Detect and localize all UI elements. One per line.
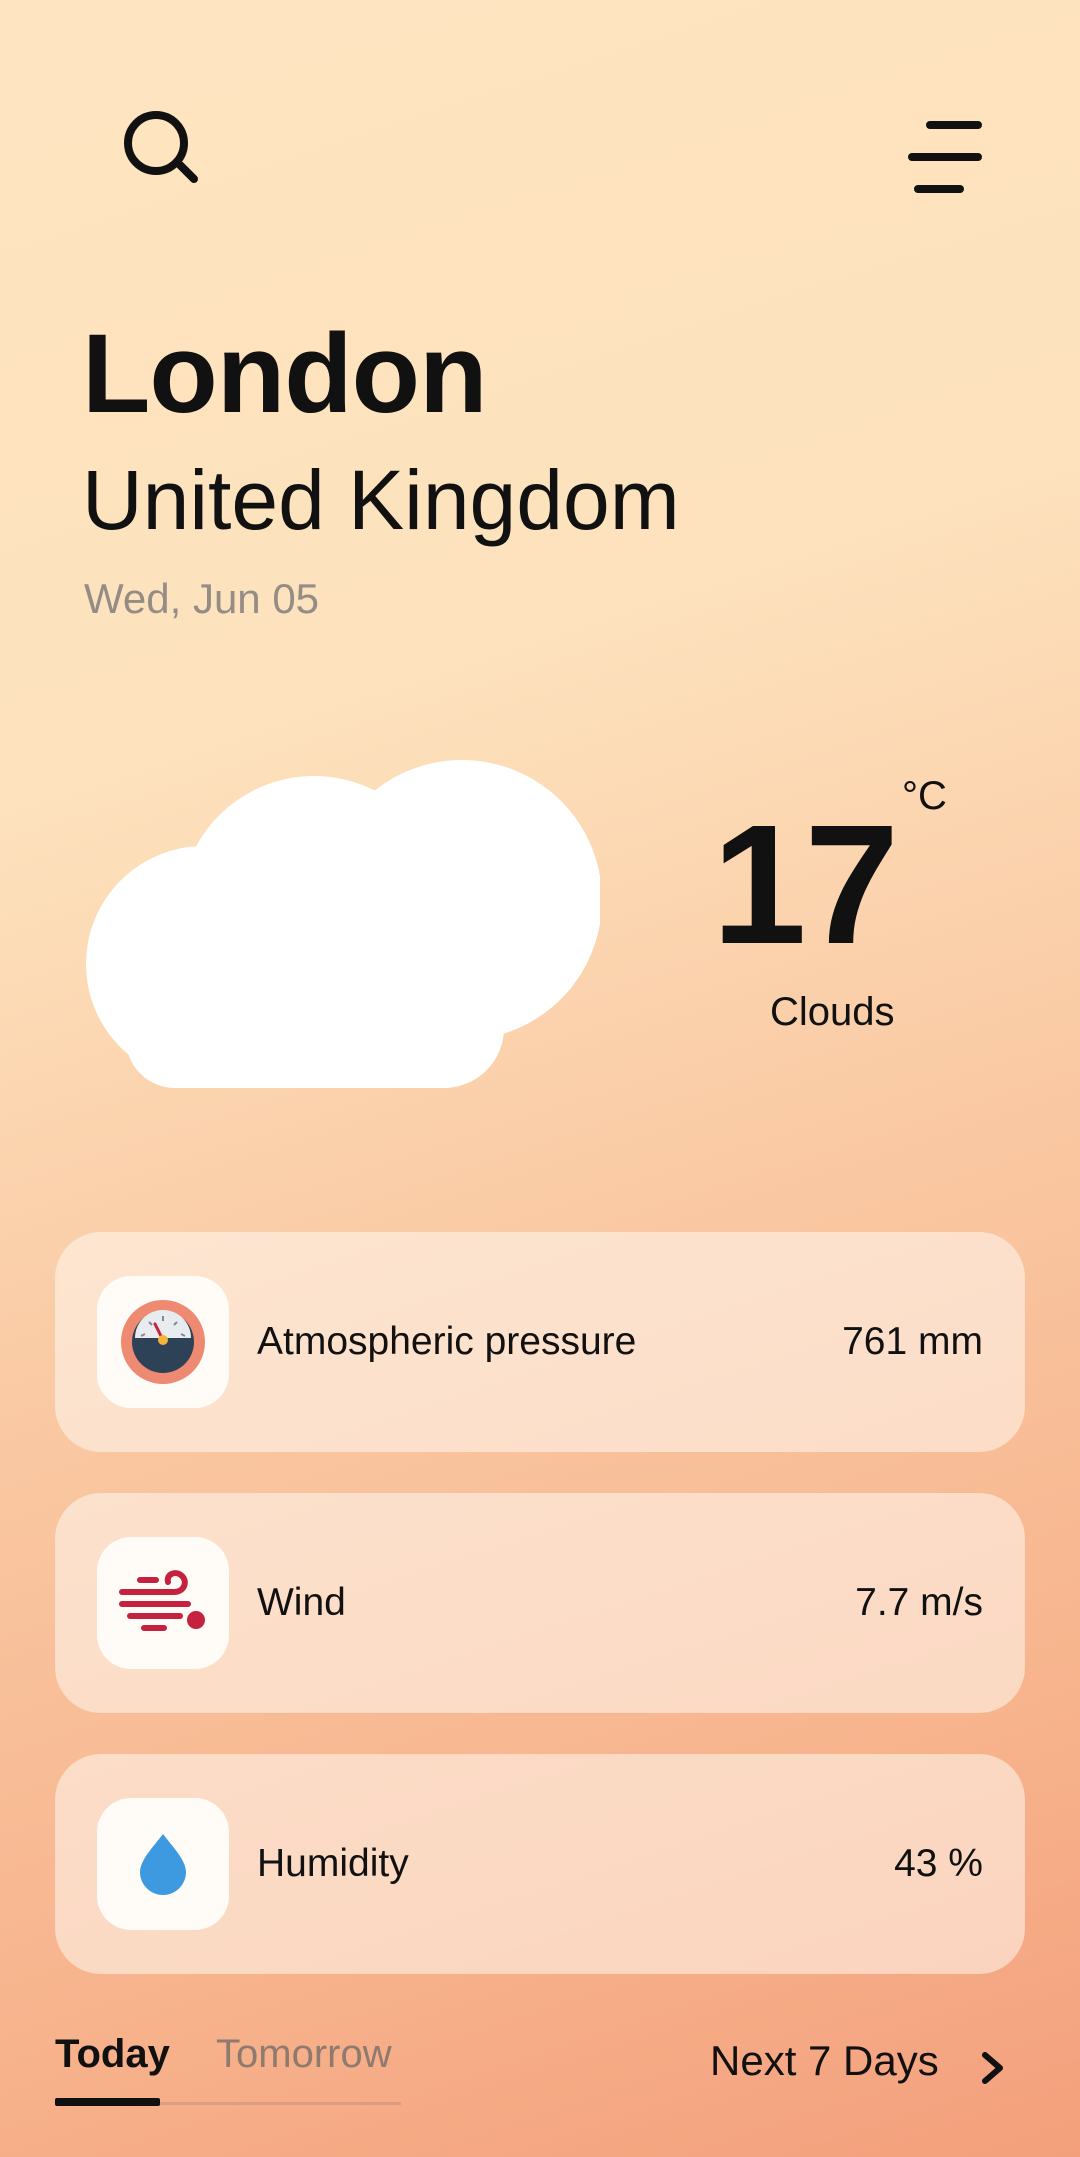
water-drop-icon (140, 1834, 186, 1895)
temperature-unit: °C (902, 774, 947, 818)
cloud-icon (86, 760, 600, 1088)
pressure-card: Atmospheric pressure 761 mm (55, 1232, 1025, 1452)
menu-button[interactable] (900, 115, 990, 205)
pressure-value: 761 mm (842, 1320, 983, 1363)
temperature-value: 17 (712, 790, 899, 980)
search-button[interactable] (118, 105, 202, 189)
wind-icon-box (97, 1537, 229, 1669)
humidity-value: 43 % (894, 1842, 983, 1885)
humidity-label: Humidity (257, 1842, 409, 1885)
humidity-card: Humidity 43 % (55, 1754, 1025, 1974)
pressure-label: Atmospheric pressure (257, 1320, 637, 1363)
search-icon (124, 111, 198, 183)
menu-icon (908, 121, 982, 193)
weather-condition: Clouds (770, 990, 895, 1034)
city-name: London (82, 311, 487, 436)
current-date: Wed, Jun 05 (84, 575, 320, 622)
country-name: United Kingdom (82, 453, 680, 547)
wind-label: Wind (257, 1581, 346, 1624)
chevron-right-icon[interactable] (972, 2048, 1012, 2088)
pressure-icon-box (97, 1276, 229, 1408)
wind-card: Wind 7.7 m/s (55, 1493, 1025, 1713)
wind-value: 7.7 m/s (855, 1581, 983, 1624)
barometer-icon (121, 1300, 205, 1384)
tab-tomorrow[interactable]: Tomorrow (216, 2034, 392, 2074)
tab-today[interactable]: Today (55, 2034, 170, 2074)
tab-selected-indicator (55, 2098, 160, 2106)
wind-icon (119, 1570, 205, 1631)
humidity-icon-box (97, 1798, 229, 1930)
next-7-days-link[interactable]: Next 7 Days (710, 2040, 939, 2082)
